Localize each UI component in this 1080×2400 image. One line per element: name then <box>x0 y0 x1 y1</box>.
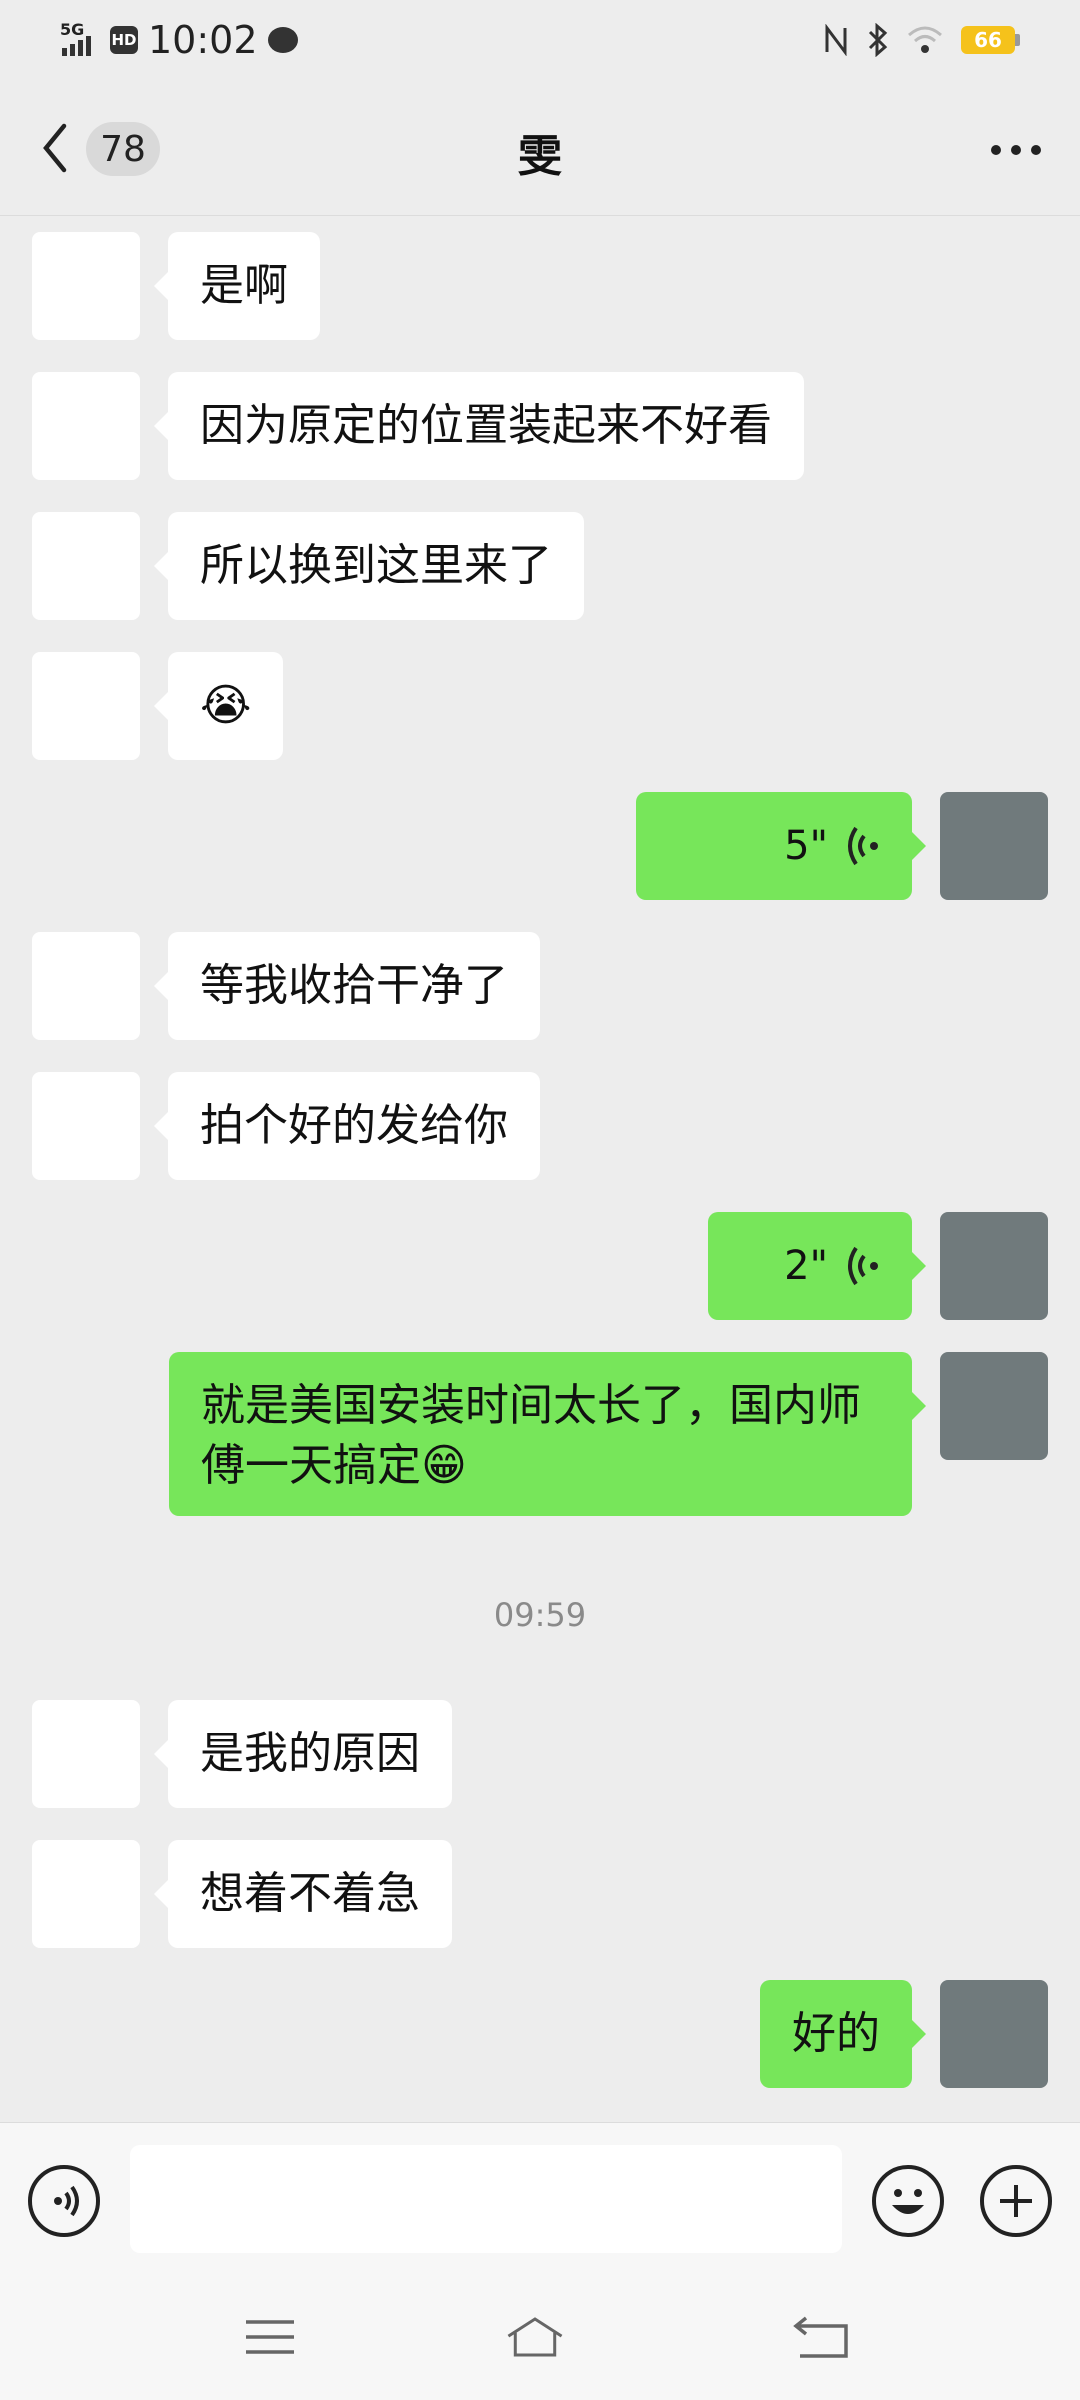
message-bubble[interactable]: 想着不着急 <box>154 1840 452 1948</box>
plus-icon[interactable] <box>980 2165 1052 2237</box>
contact-avatar[interactable] <box>32 1072 140 1180</box>
contact-avatar[interactable] <box>32 232 140 340</box>
message-bubble[interactable]: 所以换到这里来了 <box>154 512 584 620</box>
voice-wave-icon <box>848 826 878 866</box>
chat-header: 78 雯 <box>0 80 1080 216</box>
message-text: 等我收拾干净了 <box>200 960 508 1011</box>
voice-duration: 5" <box>784 823 828 869</box>
battery-icon: 66 <box>961 26 1020 54</box>
contact-avatar[interactable] <box>32 1840 140 1948</box>
input-bar <box>0 2122 1080 2283</box>
back-nav-icon[interactable] <box>792 2312 852 2362</box>
message-notification-icon <box>267 27 298 53</box>
message-bubble[interactable]: 😭 <box>153 652 284 760</box>
message-bubble[interactable]: 就是美国安装时间太长了，国内师傅一天搞定😁 <box>169 1352 926 1516</box>
message-bubble[interactable]: 是啊 <box>154 232 320 340</box>
message-bubble[interactable]: 是我的原因 <box>154 1700 452 1808</box>
my-avatar[interactable] <box>940 1212 1048 1320</box>
home-icon[interactable] <box>505 2312 565 2362</box>
chat-title: 雯 <box>518 131 562 182</box>
message-text: 拍个好的发给你 <box>200 1100 508 1151</box>
wifi-icon <box>908 26 942 53</box>
contact-avatar[interactable] <box>32 372 140 480</box>
hd-icon: HD <box>110 26 138 54</box>
battery-level: 66 <box>961 26 1015 54</box>
status-left: 5G HD 10:02 <box>60 18 298 62</box>
voice-duration: 2" <box>784 1243 828 1289</box>
contact-avatar[interactable] <box>32 652 140 760</box>
voice-input-icon[interactable] <box>28 2165 100 2237</box>
bluetooth-icon <box>868 23 888 57</box>
voice-message-bubble[interactable]: 5" <box>636 792 926 900</box>
voice-message-bubble[interactable]: 2" <box>708 1212 926 1320</box>
message-input[interactable] <box>130 2145 842 2253</box>
status-bar: 5G HD 10:02 66 <box>0 0 1080 80</box>
nfc-icon <box>825 24 847 56</box>
message-text: 是我的原因 <box>200 1728 420 1779</box>
voice-wave-icon <box>848 1246 878 1286</box>
message-text: 是啊 <box>200 260 288 311</box>
message-bubble[interactable]: 因为原定的位置装起来不好看 <box>154 372 804 480</box>
signal-icon: 5G <box>60 20 100 60</box>
my-avatar[interactable] <box>940 792 1048 900</box>
time-separator: 09:59 <box>493 1596 587 1634</box>
more-dots-icon[interactable] <box>988 130 1044 170</box>
contact-avatar[interactable] <box>32 932 140 1040</box>
message-text: 所以换到这里来了 <box>200 540 552 591</box>
message-bubble[interactable]: 好的 <box>760 1980 926 2088</box>
my-avatar[interactable] <box>940 1352 1048 1460</box>
message-text: 因为原定的位置装起来不好看 <box>200 400 772 451</box>
status-time: 10:02 <box>148 18 258 62</box>
my-avatar[interactable] <box>940 1980 1048 2088</box>
emoji-icon[interactable] <box>872 2165 944 2237</box>
contact-avatar[interactable] <box>32 512 140 620</box>
message-text: 想着不着急 <box>200 1868 420 1919</box>
message-bubble[interactable]: 拍个好的发给你 <box>154 1072 540 1180</box>
message-text: 就是美国安装时间太长了，国内师傅一天搞定😁 <box>201 1380 861 1491</box>
contact-avatar[interactable] <box>32 1700 140 1808</box>
message-text: 好的 <box>792 2008 880 2059</box>
message-emoji: 😭 <box>200 680 252 731</box>
message-bubble[interactable]: 等我收拾干净了 <box>154 932 540 1040</box>
system-nav-bar <box>0 2282 1080 2400</box>
menu-icon[interactable] <box>240 2312 300 2362</box>
status-right: 66 <box>823 23 1020 57</box>
